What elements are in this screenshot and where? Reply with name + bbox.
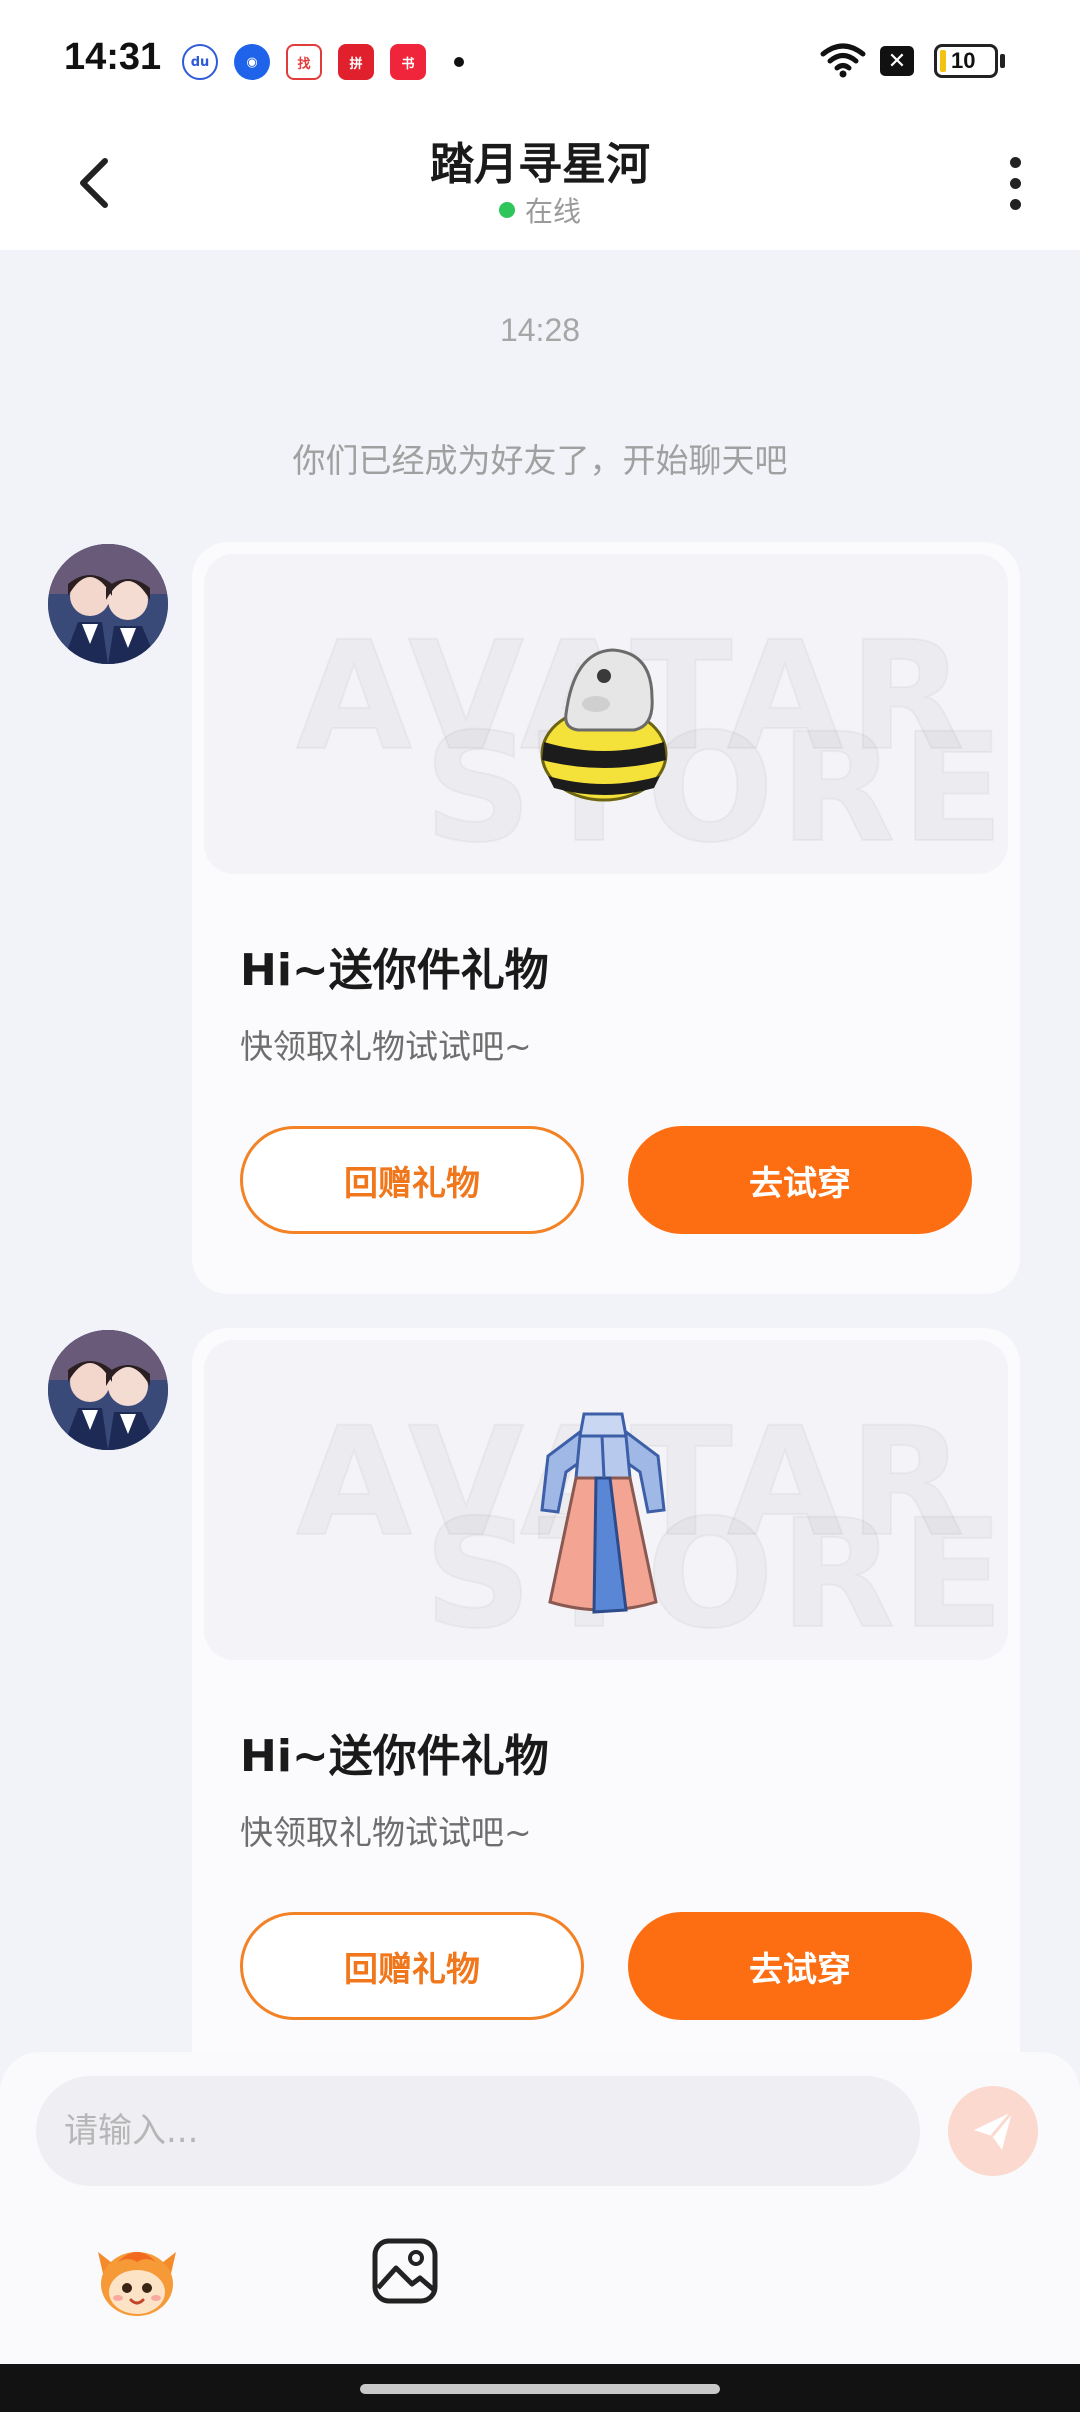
chat-timestamp: 14:28 [499, 312, 581, 348]
more-options-button[interactable] [990, 148, 1040, 218]
more-dot-icon [1009, 156, 1021, 168]
message-input[interactable] [36, 2076, 920, 2186]
status-time: 14:31 [64, 36, 162, 78]
browser-icon: ◉ [234, 44, 270, 80]
status-bar: 14:31 du ◉ 找 拼 书 ✕ 10 [0, 0, 1080, 118]
wifi-icon [820, 43, 866, 78]
battery-icon: 10 [934, 44, 998, 78]
gift-subtitle: 快领取礼物试试吧~ [240, 1027, 532, 1066]
return-gift-button[interactable]: 回赠礼物 [240, 1126, 584, 1234]
home-indicator[interactable] [360, 2384, 720, 2394]
battery-level: 10 [951, 48, 976, 73]
system-tip: 你们已经成为好友了，开始聊天吧 [292, 441, 788, 480]
image-icon [372, 2238, 438, 2304]
emoji-mascot-button[interactable] [90, 2232, 184, 2326]
avatar-photo-icon [48, 544, 168, 664]
online-dot-icon [498, 202, 515, 218]
sender-avatar[interactable] [48, 544, 168, 664]
douyin-video-icon: 找 [286, 44, 322, 80]
online-status: 在线 [0, 190, 1080, 230]
online-status-label: 在线 [524, 195, 581, 228]
hanfu-dress-icon [540, 1412, 666, 1614]
gift-subtitle: 快领取礼物试试吧~ [240, 1813, 532, 1852]
battery-cap [1000, 54, 1005, 68]
input-panel [0, 2052, 1080, 2364]
avatar-photo-icon [48, 1330, 168, 1450]
notification-dot [454, 57, 464, 67]
no-sim-icon: ✕ [880, 46, 914, 76]
send-button[interactable] [948, 2086, 1038, 2176]
try-on-button[interactable]: 去试穿 [628, 1126, 972, 1234]
return-gift-button[interactable]: 回赠礼物 [240, 1912, 584, 2020]
gift-message-card[interactable]: AVATAR STORE Hi~送你件礼物 快领取礼物试试吧~ 回赠礼物 去试穿 [192, 1328, 1020, 2088]
baidu-icon: du [182, 44, 218, 80]
gift-banner: AVATAR STORE [204, 1340, 1008, 1660]
chat-header: 踏月寻星河 在线 [0, 118, 1080, 250]
gift-banner: AVATAR STORE [204, 554, 1008, 874]
try-on-button[interactable]: 去试穿 [628, 1912, 972, 2020]
gift-message-card[interactable]: AVATAR STORE Hi~送你件礼物 快领取礼物试试吧~ 回赠礼物 去试穿 [192, 542, 1020, 1294]
bee-costume-icon [540, 648, 668, 802]
contact-name: 踏月寻星河 [430, 139, 650, 190]
image-picker-button[interactable] [370, 2236, 440, 2306]
mascot-icon [98, 2252, 176, 2316]
sender-avatar[interactable] [48, 1330, 168, 1450]
pinduoduo-icon: 拼 [338, 44, 374, 80]
watermark-store: STORE [423, 702, 1008, 874]
xiaohongshu-icon: 书 [390, 44, 426, 80]
watermark-store: STORE [423, 1488, 1008, 1660]
more-dot-icon [1009, 177, 1021, 189]
send-icon [974, 2111, 1014, 2150]
gift-title: Hi~送你件礼物 [240, 945, 549, 996]
gift-title: Hi~送你件礼物 [240, 1731, 549, 1782]
more-dot-icon [1009, 198, 1021, 210]
system-nav-bar [0, 2364, 1080, 2412]
